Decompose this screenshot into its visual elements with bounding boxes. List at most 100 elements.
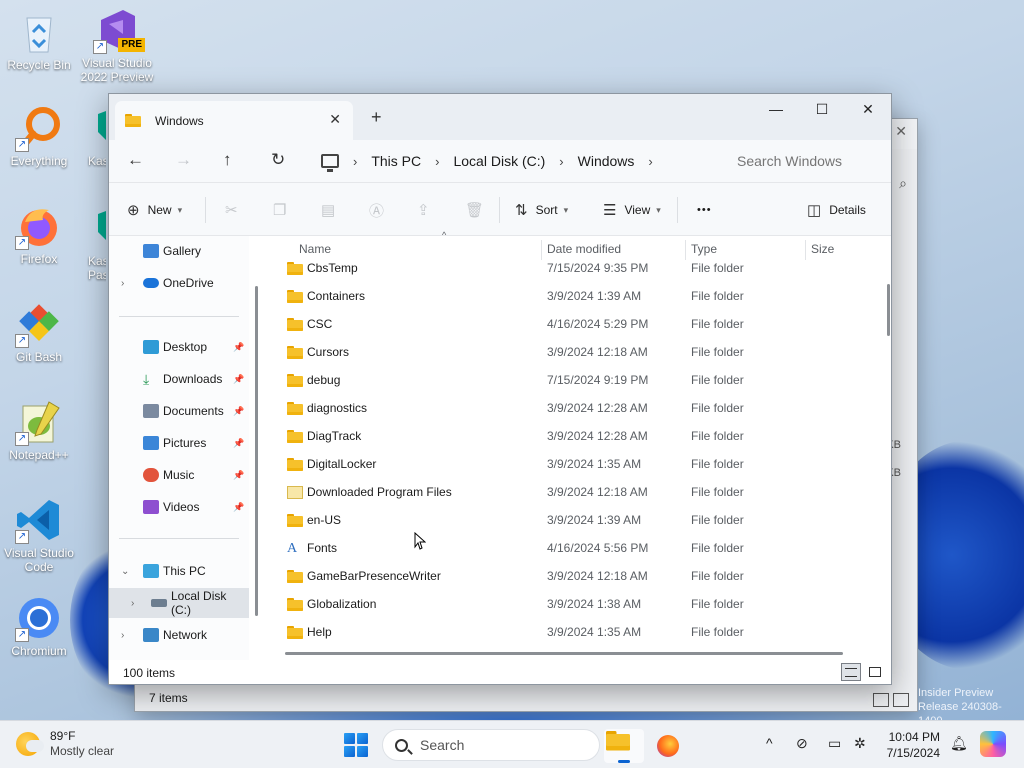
sort-button[interactable]: ⇅ Sort ▾ bbox=[515, 183, 568, 237]
delete-button[interactable]: 🗑 bbox=[465, 183, 492, 237]
sidebar-item-documents[interactable]: Documents 📌 bbox=[109, 396, 249, 426]
table-row[interactable]: en-US 3/9/2024 1:39 AM File folder bbox=[269, 506, 869, 534]
breadcrumb-local-disk[interactable]: Local Disk (C:) bbox=[453, 153, 545, 169]
chevron-down-icon[interactable]: ⌄ bbox=[121, 566, 129, 577]
file-explorer-window[interactable]: Windows ✕ + — ☐ ✕ ← → ↑ ↻ › This PC › Lo… bbox=[108, 93, 892, 685]
pin-icon[interactable]: 📌 bbox=[233, 438, 244, 449]
start-button[interactable] bbox=[344, 733, 368, 757]
tiles-view-icon[interactable] bbox=[893, 693, 909, 707]
notification-bell-icon[interactable]: 🔔︎ bbox=[950, 735, 968, 752]
details-pane-button[interactable]: ◫ Details bbox=[807, 183, 866, 237]
table-row[interactable]: Help 3/9/2024 1:35 AM File folder bbox=[269, 618, 869, 646]
paste-button[interactable]: ▤ bbox=[321, 183, 343, 237]
search-box[interactable] bbox=[721, 145, 889, 177]
table-row[interactable]: Downloaded Program Files 3/9/2024 12:18 … bbox=[269, 478, 869, 506]
chevron-right-icon[interactable]: › bbox=[131, 598, 134, 609]
desktop-icon-visual-studio-2022[interactable]: PRE ↗ Visual Studio 2022 Preview bbox=[78, 6, 156, 84]
sidebar-item-network[interactable]: › Network bbox=[109, 620, 249, 650]
tab-windows[interactable]: Windows ✕ bbox=[115, 101, 353, 140]
sidebar-scrollbar[interactable] bbox=[255, 236, 259, 616]
scrollbar-thumb[interactable] bbox=[255, 286, 258, 616]
pin-icon[interactable]: 📌 bbox=[233, 502, 244, 513]
sidebar-item-music[interactable]: Music 📌 bbox=[109, 460, 249, 490]
weather-widget[interactable]: 89°F Mostly clear bbox=[16, 729, 114, 759]
desktop-icon-kas-pas[interactable]: Kas Pas bbox=[66, 204, 106, 282]
copy-button[interactable]: ❐ bbox=[273, 183, 294, 237]
close-icon[interactable]: ✕ bbox=[895, 123, 907, 140]
desktop-icon-kas[interactable]: Kas bbox=[66, 104, 106, 168]
file-list-scrollbar[interactable] bbox=[883, 236, 891, 646]
large-icons-view-button[interactable] bbox=[865, 663, 885, 681]
table-row[interactable]: Containers 3/9/2024 1:39 AM File folder bbox=[269, 282, 869, 310]
back-button[interactable]: ← bbox=[127, 150, 144, 170]
chevron-right-icon[interactable]: › bbox=[559, 154, 563, 169]
search-input[interactable] bbox=[737, 153, 887, 169]
view-toggle[interactable] bbox=[873, 693, 909, 707]
horizontal-scrollbar[interactable] bbox=[285, 652, 843, 655]
sidebar-item-this-pc[interactable]: ⌄ This PC bbox=[109, 556, 249, 586]
new-tab-button[interactable]: + bbox=[371, 107, 382, 128]
sidebar-item-desktop[interactable]: Desktop 📌 bbox=[109, 332, 249, 362]
desktop-icon-git-bash[interactable]: ↗ Git Bash bbox=[0, 300, 78, 364]
details-view-button[interactable] bbox=[841, 663, 861, 681]
table-row[interactable]: diagnostics 3/9/2024 12:28 AM File folde… bbox=[269, 394, 869, 422]
chevron-right-icon[interactable]: › bbox=[435, 154, 439, 169]
cut-button[interactable]: ✂ bbox=[225, 183, 246, 237]
table-row[interactable]: A Fonts 4/16/2024 5:56 PM File folder bbox=[269, 534, 869, 562]
breadcrumb-this-pc[interactable]: This PC bbox=[371, 153, 421, 169]
chevron-up-icon[interactable]: ^ bbox=[766, 735, 773, 751]
sidebar-item-pictures[interactable]: Pictures 📌 bbox=[109, 428, 249, 458]
desktop-icon-vscode[interactable]: ↗ Visual Studio Code bbox=[0, 496, 78, 574]
table-row[interactable]: CbsTemp 7/15/2024 9:35 PM File folder bbox=[269, 254, 869, 282]
taskbar-file-explorer[interactable] bbox=[604, 729, 644, 763]
desktop-icon-recycle-bin[interactable]: Recycle Bin bbox=[0, 8, 78, 72]
new-button[interactable]: ⊕ New ▾ bbox=[127, 183, 182, 237]
sidebar-item-onedrive[interactable]: › OneDrive bbox=[109, 268, 249, 298]
navigation-pane[interactable]: Gallery › OneDrive Desktop 📌 ⤓ Downloads… bbox=[109, 236, 249, 660]
breadcrumb-windows[interactable]: Windows bbox=[578, 153, 635, 169]
table-row[interactable]: Globalization 3/9/2024 1:38 AM File fold… bbox=[269, 590, 869, 618]
refresh-button[interactable]: ↻ bbox=[271, 150, 285, 170]
copilot-icon[interactable] bbox=[980, 731, 1006, 757]
network-disconnected-icon[interactable]: ⊘ bbox=[796, 735, 808, 752]
sidebar-item-downloads[interactable]: ⤓ Downloads 📌 bbox=[109, 364, 249, 394]
chevron-right-icon[interactable]: › bbox=[353, 154, 357, 169]
table-row[interactable]: GameBarPresenceWriter 3/9/2024 12:18 AM … bbox=[269, 562, 869, 590]
sidebar-item-gallery[interactable]: Gallery bbox=[109, 236, 249, 266]
search-icon[interactable]: ⌕ bbox=[899, 175, 907, 192]
taskbar-firefox[interactable] bbox=[648, 729, 688, 763]
pin-icon[interactable]: 📌 bbox=[233, 470, 244, 481]
up-button[interactable]: ↑ bbox=[223, 150, 232, 170]
pin-icon[interactable]: 📌 bbox=[233, 374, 244, 385]
table-row[interactable]: CSC 4/16/2024 5:29 PM File folder bbox=[269, 310, 869, 338]
table-row[interactable]: debug 7/15/2024 9:19 PM File folder bbox=[269, 366, 869, 394]
more-options-button[interactable]: ••• bbox=[697, 183, 712, 237]
chevron-right-icon[interactable]: › bbox=[648, 154, 652, 169]
close-button[interactable]: ✕ bbox=[845, 94, 891, 124]
scrollbar-thumb[interactable] bbox=[887, 284, 890, 336]
details-view-icon[interactable] bbox=[873, 693, 889, 707]
accessibility-icon[interactable]: ✲ bbox=[854, 735, 866, 752]
desktop-icon-chromium[interactable]: ↗ Chromium bbox=[0, 594, 78, 658]
forward-button[interactable]: → bbox=[175, 150, 192, 170]
table-row[interactable]: Cursors 3/9/2024 12:18 AM File folder bbox=[269, 338, 869, 366]
address-bar[interactable]: › This PC › Local Disk (C:) › Windows › bbox=[313, 145, 705, 177]
table-row[interactable]: DiagTrack 3/9/2024 12:28 AM File folder bbox=[269, 422, 869, 450]
taskbar-search[interactable]: Search bbox=[382, 729, 600, 761]
close-tab-icon[interactable]: ✕ bbox=[329, 111, 341, 128]
desktop-icon-notepad-plus-plus[interactable]: ↗ Notepad++ bbox=[0, 398, 78, 462]
system-clock[interactable]: 10:04 PM 7/15/2024 bbox=[876, 729, 940, 761]
sidebar-item-videos[interactable]: Videos 📌 bbox=[109, 492, 249, 522]
minimize-button[interactable]: — bbox=[753, 94, 799, 124]
rename-button[interactable]: Ⓐ bbox=[369, 183, 392, 237]
table-row[interactable]: DigitalLocker 3/9/2024 1:35 AM File fold… bbox=[269, 450, 869, 478]
chevron-right-icon[interactable]: › bbox=[121, 278, 124, 289]
file-list[interactable]: ^ Name Date modified Type Size CbsTemp 7… bbox=[269, 230, 891, 660]
display-icon[interactable]: ▭ bbox=[828, 735, 841, 752]
pin-icon[interactable]: 📌 bbox=[233, 342, 244, 353]
sidebar-item-local-disk[interactable]: › Local Disk (C:) bbox=[109, 588, 249, 618]
pin-icon[interactable]: 📌 bbox=[233, 406, 244, 417]
maximize-button[interactable]: ☐ bbox=[799, 94, 845, 124]
chevron-right-icon[interactable]: › bbox=[121, 630, 124, 641]
view-button[interactable]: ☰ View ▾ bbox=[603, 183, 661, 237]
